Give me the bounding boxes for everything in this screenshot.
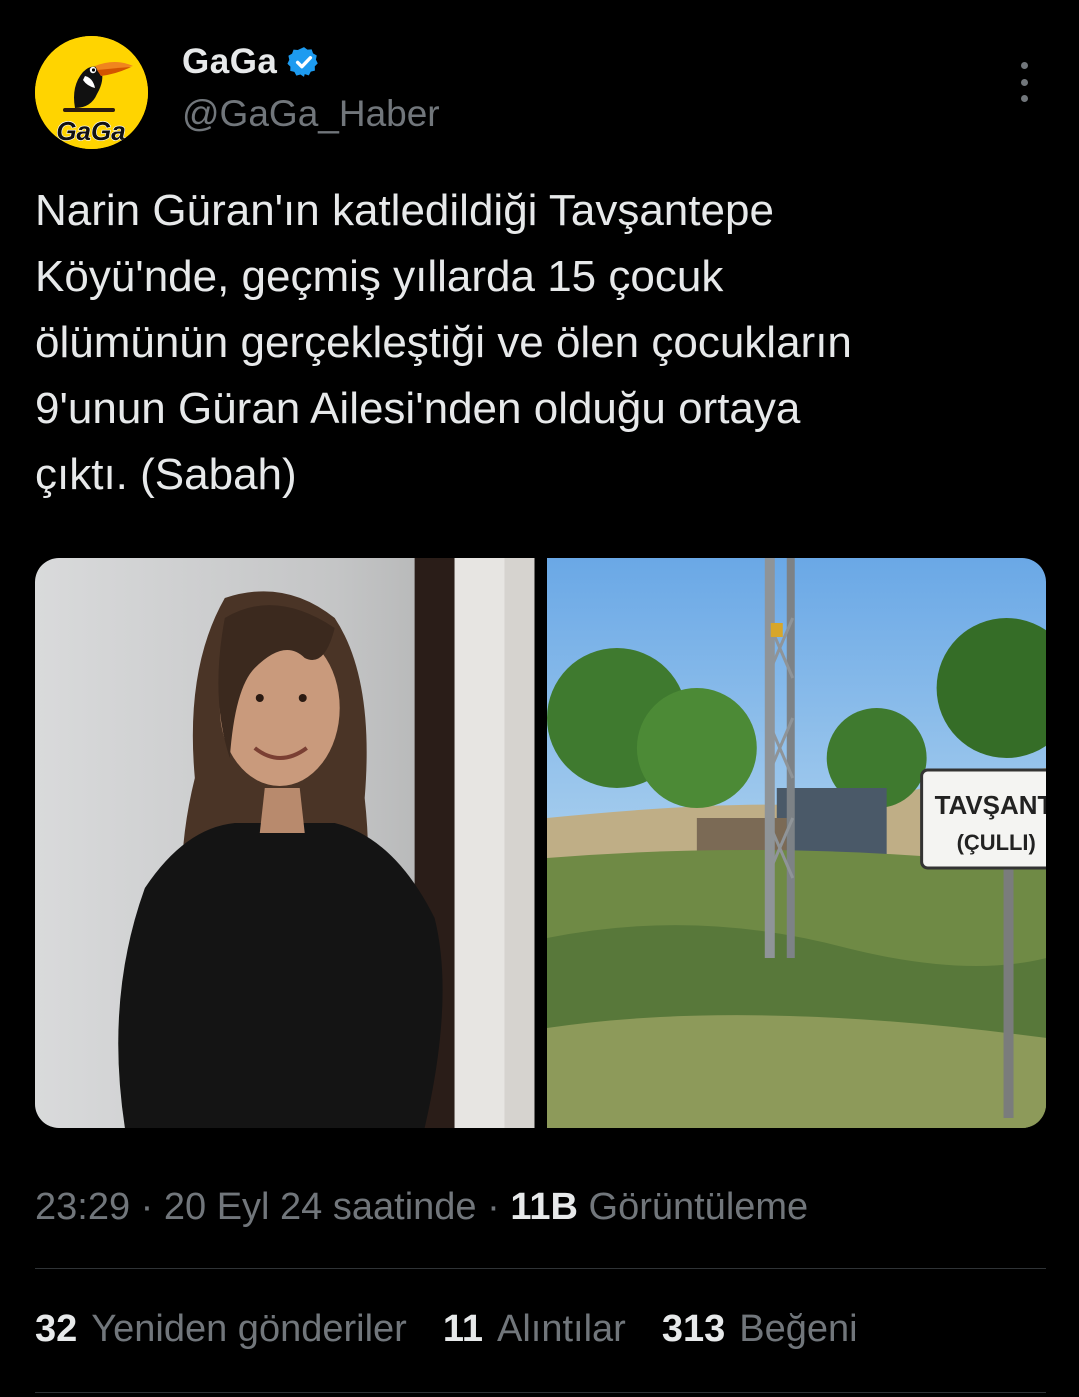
- village-sign-photo[interactable]: TAVŞANTEP (ÇULLI): [546, 558, 1046, 1128]
- retweets-count: 32: [35, 1308, 78, 1350]
- avatar-logo-text: GaGa: [56, 116, 125, 146]
- views-label[interactable]: Görüntüleme: [589, 1186, 809, 1228]
- retweets-stat[interactable]: 32 Yeniden gönderiler: [35, 1308, 407, 1351]
- meta-separator: ·: [130, 1186, 164, 1228]
- divider: [35, 1392, 1046, 1393]
- dot-icon: [1020, 95, 1028, 102]
- views-count[interactable]: 11B: [510, 1186, 578, 1228]
- dot-icon: [1020, 78, 1028, 86]
- tweet-text-line: 9'unun Güran Ailesi'nden olduğu ortaya: [35, 384, 801, 433]
- tweet-text-line: Köyü'nde, geçmiş yıllarda 15 çocuk: [35, 252, 724, 301]
- verified-badge-icon: [287, 47, 319, 77]
- tweet-meta: 23:29 · 20 Eyl 24 saatinde · 11B Görüntü…: [35, 1186, 808, 1229]
- meta-separator: ·: [476, 1186, 511, 1228]
- dot-icon: [1020, 62, 1028, 69]
- quotes-label: Alıntılar: [496, 1308, 626, 1350]
- tweet-text-line: ölümünün gerçekleştiği ve ölen çocukları…: [35, 318, 852, 367]
- display-name[interactable]: GaGa: [182, 42, 277, 82]
- retweets-label: Yeniden gönderiler: [91, 1308, 407, 1350]
- likes-count: 313: [661, 1308, 726, 1350]
- author-name-row[interactable]: GaGa: [182, 42, 321, 82]
- tweet: GaGa GaGa @GaGa_Haber Narin Güran'ın kat…: [0, 0, 1079, 1397]
- tweet-text-line: çıktı. (Sabah): [35, 450, 297, 499]
- tweet-text: Narin Güran'ın katledildiği Tavşantepe K…: [35, 178, 1045, 508]
- more-options-icon[interactable]: [1006, 62, 1042, 102]
- tweet-time[interactable]: 23:29: [35, 1186, 130, 1228]
- likes-stat[interactable]: 313 Beğeni: [662, 1308, 858, 1351]
- quotes-count: 11: [442, 1308, 483, 1350]
- divider: [35, 1268, 1046, 1269]
- likes-label: Beğeni: [739, 1308, 858, 1350]
- quotes-stat[interactable]: 11 Alıntılar: [443, 1308, 626, 1351]
- sign-text-line1: TAVŞANTEP: [934, 790, 1046, 820]
- tweet-text-line: Narin Güran'ın katledildiği Tavşantepe: [35, 186, 774, 235]
- avatar[interactable]: GaGa: [35, 36, 148, 149]
- engagement-stats: 32 Yeniden gönderiler 11 Alıntılar 313 Beğe…: [35, 1308, 858, 1351]
- portrait-photo[interactable]: [35, 558, 535, 1128]
- tweet-media: TAVŞANTEP (ÇULLI): [35, 558, 1046, 1128]
- tweet-date[interactable]: 20 Eyl 24 saatinde: [164, 1186, 477, 1228]
- author-handle[interactable]: @GaGa_Haber: [182, 93, 440, 135]
- sign-text-line2: (ÇULLI): [956, 830, 1035, 855]
- toucan-logo-icon: GaGa: [35, 36, 148, 149]
